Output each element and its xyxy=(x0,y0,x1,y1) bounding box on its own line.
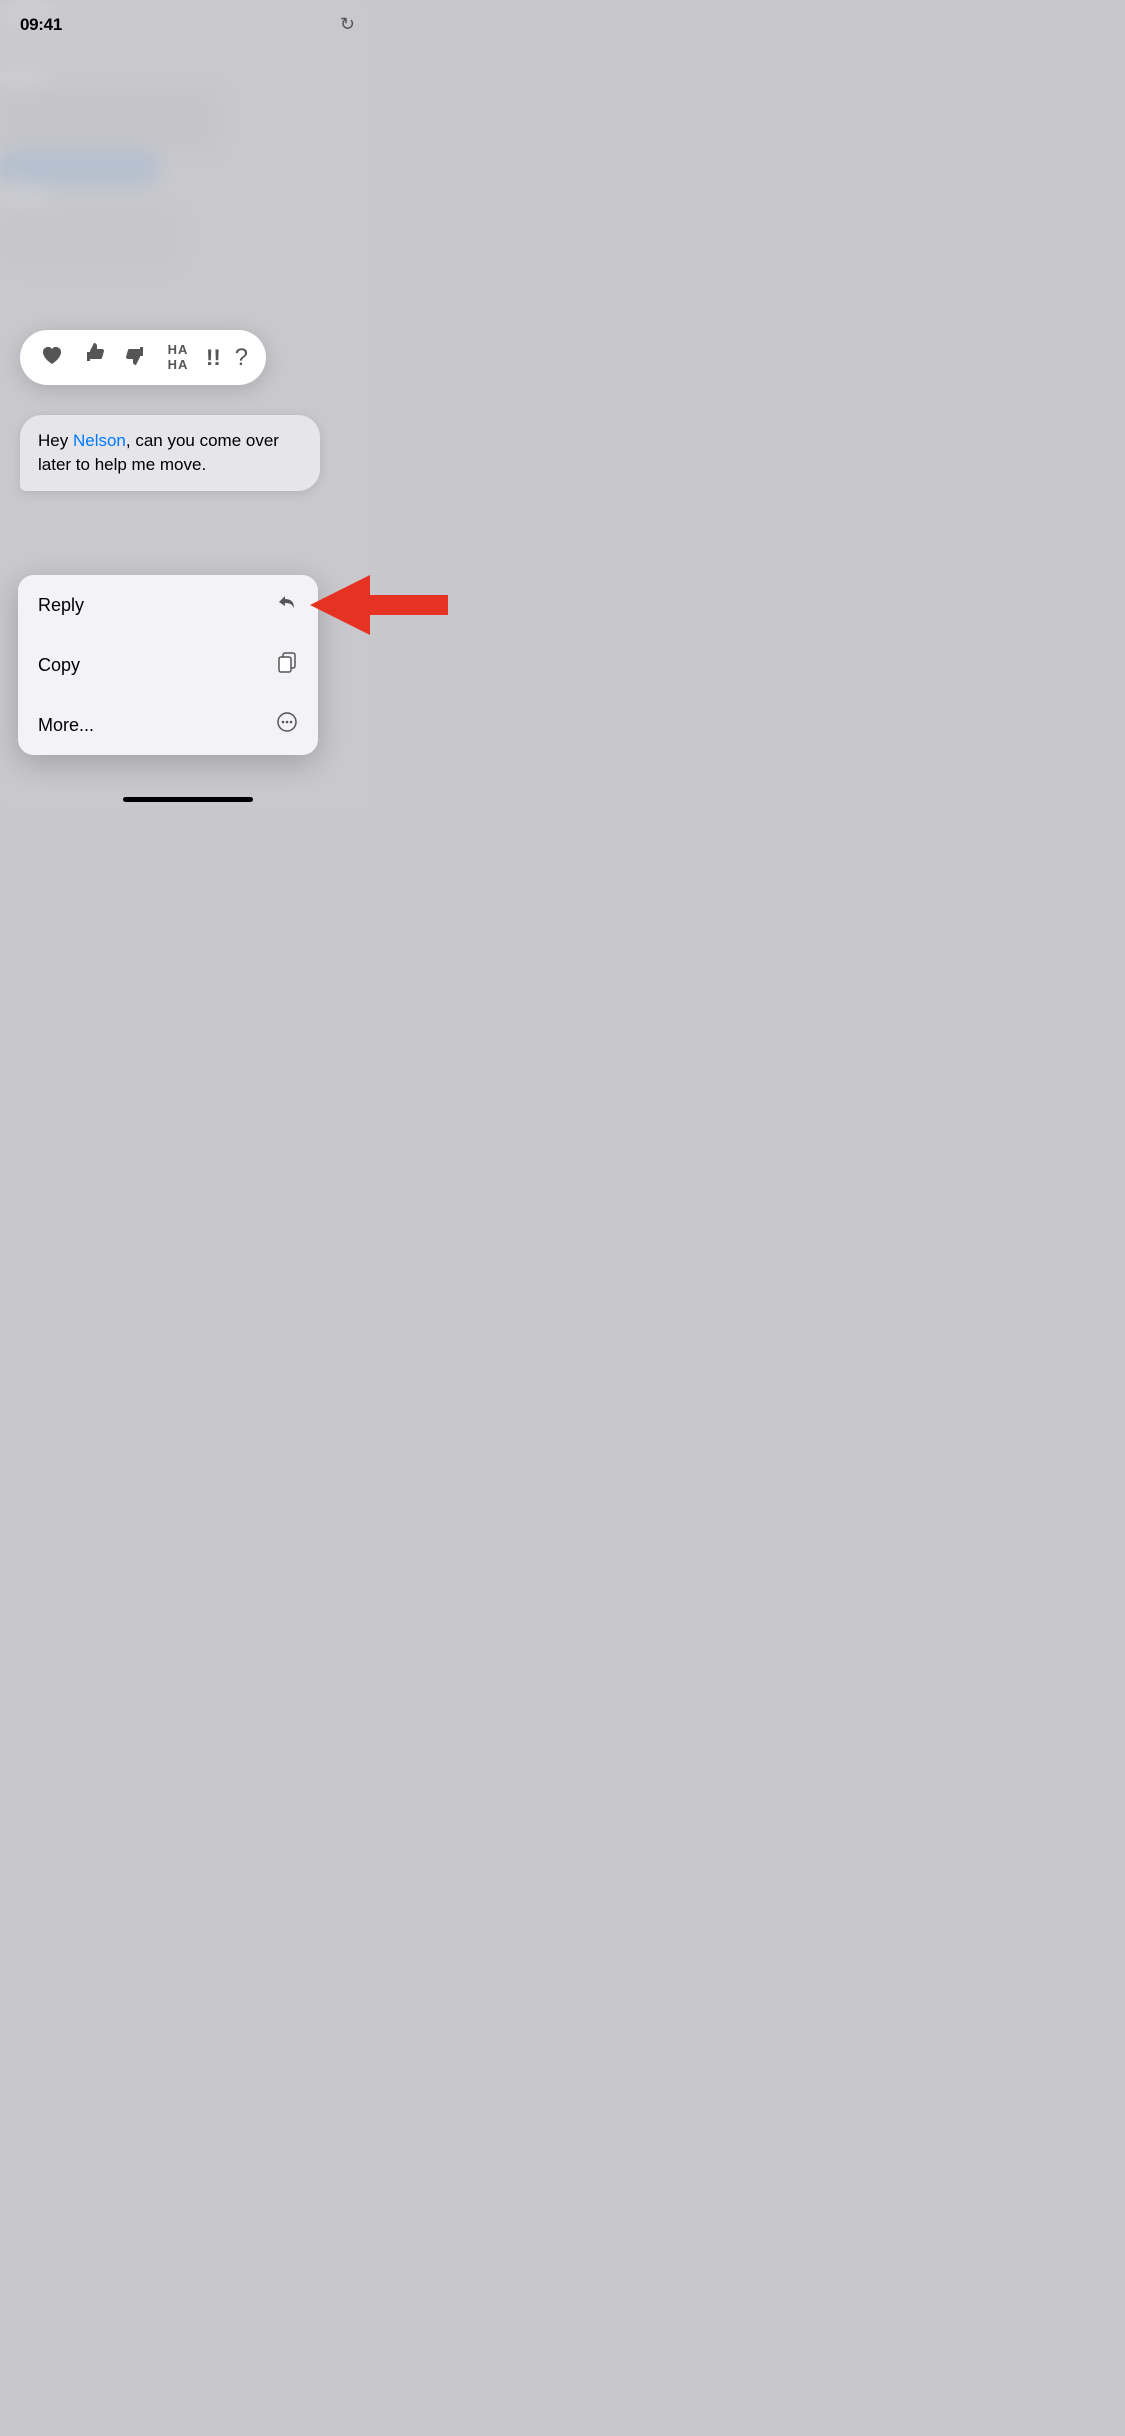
reaction-thumbsdown[interactable] xyxy=(122,340,150,375)
status-time: 09:41 xyxy=(20,15,62,35)
reactions-bar: HA HA !! ? xyxy=(20,330,266,385)
menu-item-more[interactable]: More... xyxy=(18,695,318,755)
reaction-thumbsup[interactable] xyxy=(80,340,108,375)
refresh-icon: ↻ xyxy=(340,14,355,35)
reaction-heart[interactable] xyxy=(38,340,66,375)
reaction-question[interactable]: ? xyxy=(235,344,248,372)
arrow-head xyxy=(310,575,370,635)
reactions-container: HA HA !! ? xyxy=(20,330,266,385)
emphasis-text: !! xyxy=(206,345,221,370)
question-text: ? xyxy=(235,344,248,371)
more-icon xyxy=(276,711,298,739)
arrow-annotation xyxy=(310,575,448,635)
message-bubble: Hey Nelson, can you come over later to h… xyxy=(20,415,320,491)
copy-label: Copy xyxy=(38,655,80,676)
message-bubble-container: Hey Nelson, can you come over later to h… xyxy=(20,415,320,491)
message-text: Hey Nelson, can you come over later to h… xyxy=(38,429,302,477)
menu-item-copy[interactable]: Copy xyxy=(18,635,318,695)
reaction-emphasis[interactable]: !! xyxy=(206,345,221,371)
reply-icon xyxy=(276,591,298,619)
status-icons: ↻ xyxy=(340,14,355,35)
home-indicator xyxy=(123,797,253,802)
context-menu: Reply Copy More... xyxy=(18,575,318,755)
message-prefix: Hey xyxy=(38,431,73,450)
more-label: More... xyxy=(38,715,94,736)
menu-item-reply[interactable]: Reply xyxy=(18,575,318,635)
reply-label: Reply xyxy=(38,595,84,616)
haha-text: HA HA xyxy=(168,343,189,372)
copy-icon xyxy=(276,651,298,679)
message-mention: Nelson xyxy=(73,431,126,450)
reaction-haha[interactable]: HA HA xyxy=(164,343,192,372)
arrow-body xyxy=(368,595,448,615)
status-bar: 09:41 ↻ xyxy=(0,0,375,43)
